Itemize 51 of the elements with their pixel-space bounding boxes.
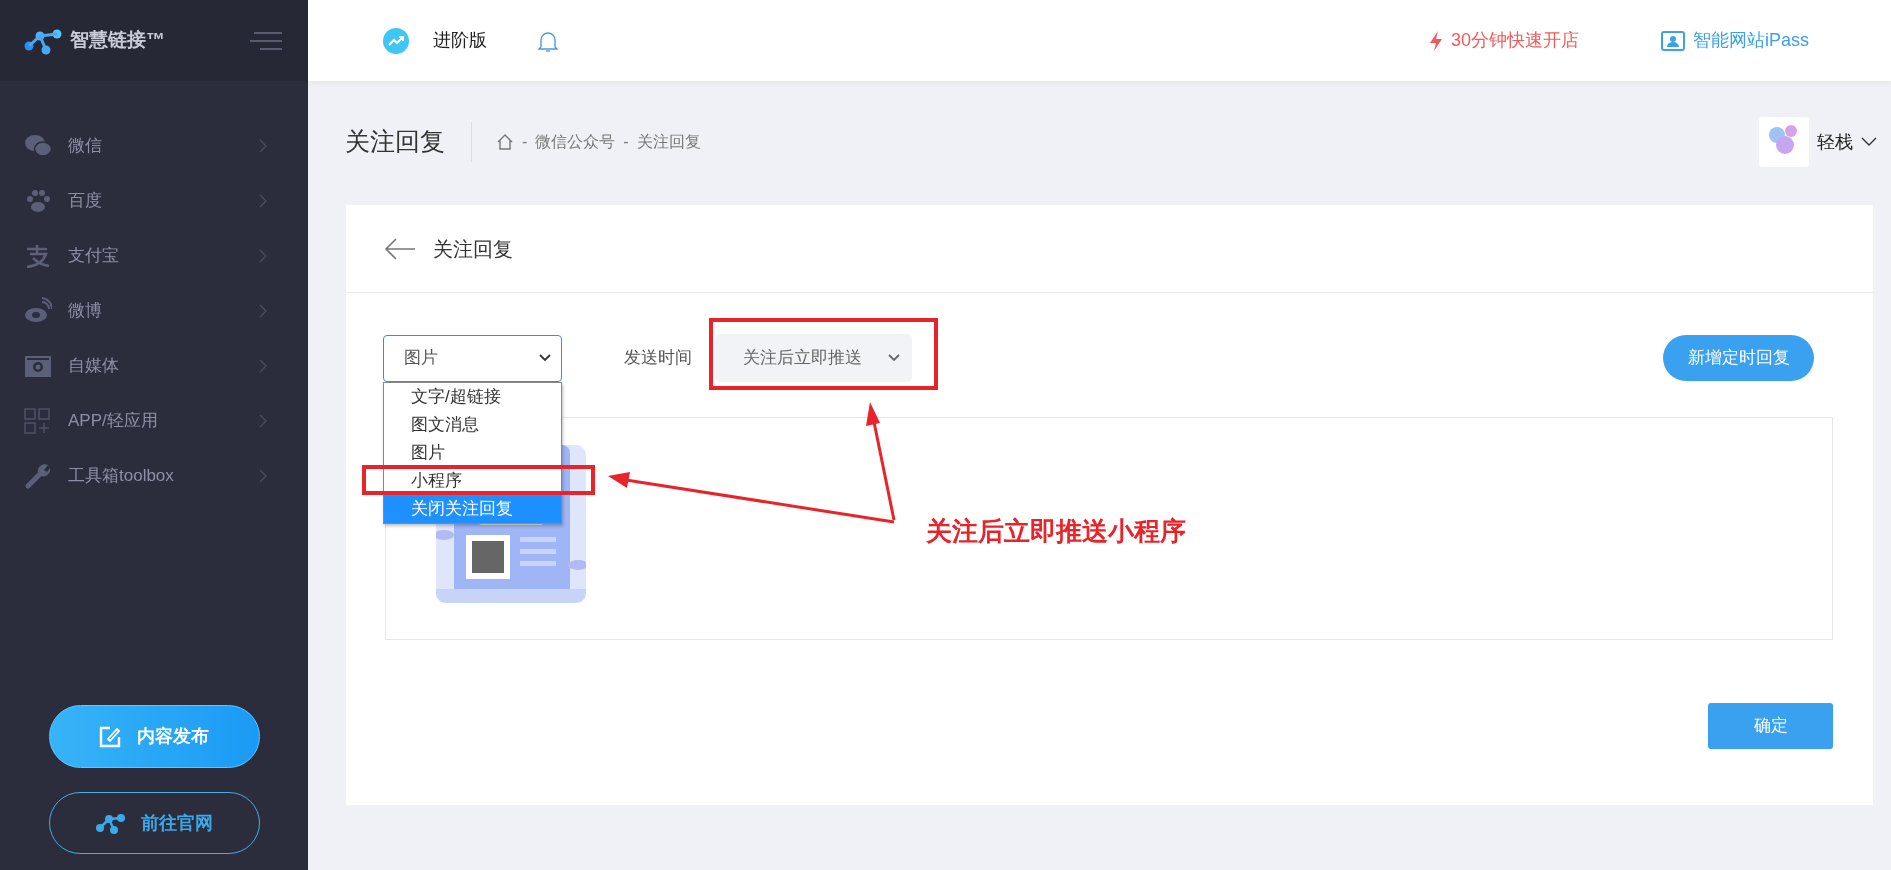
send-time-label: 发送时间 (624, 347, 692, 370)
network-icon (95, 812, 125, 834)
chevron-right-icon (258, 357, 268, 374)
chevron-right-icon (258, 412, 268, 429)
chevron-down-icon (539, 354, 551, 362)
chevron-down-icon (888, 354, 900, 362)
dropdown-option[interactable]: 图片 (384, 438, 561, 467)
dropdown-option[interactable]: 图文消息 (384, 410, 561, 439)
edition-label: 进阶版 (433, 29, 487, 52)
home-icon[interactable] (496, 133, 514, 151)
app-grid-icon (24, 406, 52, 435)
lightning-icon (1428, 30, 1443, 51)
send-time-select[interactable]: 关注后立即推送 (715, 334, 912, 382)
trend-icon (383, 27, 409, 54)
back-arrow-icon[interactable] (383, 236, 417, 261)
publish-button[interactable]: 内容发布 (48, 705, 260, 768)
menu-icon[interactable] (250, 30, 284, 51)
avatar-icon (1759, 117, 1809, 167)
edit-icon (99, 725, 121, 748)
portrait-icon (1661, 30, 1685, 51)
quick-store-link[interactable]: 30分钟快速开店 (1428, 27, 1579, 54)
sidebar-item[interactable]: 微信 (68, 132, 102, 159)
chevron-right-icon (258, 302, 268, 319)
chevron-right-icon (258, 137, 268, 154)
sidebar-item[interactable]: 百度 (68, 187, 102, 214)
card-title: 关注回复 (433, 236, 513, 262)
confirm-button[interactable]: 确定 (1708, 703, 1833, 749)
brand-name: 智慧链接™ (70, 28, 165, 53)
chevron-right-icon (258, 467, 268, 484)
chevron-right-icon (258, 247, 268, 264)
chevron-right-icon (258, 192, 268, 209)
add-timed-reply-button[interactable]: 新增定时回复 (1663, 335, 1814, 381)
dropdown-option[interactable]: 文字/超链接 (384, 382, 561, 411)
breadcrumb-item[interactable]: 微信公众号 (535, 130, 616, 154)
sidebar-item[interactable]: 微博 (68, 297, 102, 324)
wrench-icon (24, 461, 52, 490)
sidebar-item[interactable]: 工具箱toolbox (68, 462, 174, 489)
dropdown-option[interactable]: 关闭关注回复 (384, 494, 561, 523)
breadcrumb-item: 关注回复 (636, 132, 701, 152)
chevron-down-icon (1861, 137, 1877, 147)
breadcrumb-separator: - (522, 132, 528, 152)
type-select[interactable]: 图片 (383, 334, 562, 382)
sidebar-item[interactable]: 自媒体 (68, 352, 119, 379)
website-link[interactable]: 智能网站iPass (1661, 27, 1809, 54)
page-title: 关注回复 (345, 126, 445, 158)
weibo-icon (24, 296, 52, 325)
sidebar-item[interactable]: 支付宝 (68, 242, 119, 269)
sidebar-item[interactable]: APP/轻应用 (68, 407, 158, 434)
breadcrumb-separator: - (623, 132, 629, 152)
user-name[interactable]: 轻栈 (1817, 128, 1853, 156)
callout-text: 关注后立即推送小程序 (926, 515, 1186, 548)
